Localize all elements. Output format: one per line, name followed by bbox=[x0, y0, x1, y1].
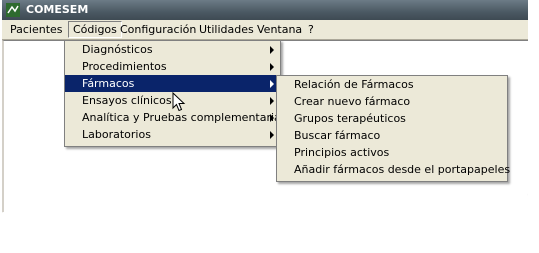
menu-item-farmacos[interactable]: Fármacos bbox=[65, 75, 280, 92]
submenu-item-crear-farmaco[interactable]: Crear nuevo fármaco bbox=[277, 93, 507, 110]
menu-item-label: Laboratorios bbox=[82, 128, 151, 141]
menu-item-label: Diagnósticos bbox=[82, 43, 153, 56]
title-bar: COMESEM bbox=[2, 0, 528, 20]
submenu-arrow-icon bbox=[270, 63, 274, 71]
app-icon bbox=[6, 3, 20, 17]
submenu-item-grupos-terapeuticos[interactable]: Grupos terapéuticos bbox=[277, 110, 507, 127]
menu-item-label: Ensayos clínicos bbox=[82, 94, 172, 107]
mouse-cursor-icon bbox=[172, 92, 186, 112]
menu-codigos[interactable]: Códigos bbox=[68, 21, 122, 38]
menu-ventana[interactable]: Ventana bbox=[253, 22, 306, 37]
menu-item-label: Procedimientos bbox=[82, 60, 167, 73]
submenu-arrow-icon bbox=[270, 131, 274, 139]
menu-item-laboratorios[interactable]: Laboratorios bbox=[65, 126, 280, 143]
menu-pacientes[interactable]: Pacientes bbox=[6, 22, 67, 37]
submenu-arrow-icon bbox=[270, 114, 274, 122]
submenu-item-principios-activos[interactable]: Principios activos bbox=[277, 144, 507, 161]
submenu-arrow-icon bbox=[270, 97, 274, 105]
farmacos-submenu: Relación de Fármacos Crear nuevo fármaco… bbox=[276, 75, 510, 182]
submenu-item-relacion-farmacos[interactable]: Relación de Fármacos bbox=[277, 76, 507, 93]
menu-configuracion[interactable]: Configuración bbox=[116, 22, 200, 37]
window-title: COMESEM bbox=[26, 3, 89, 16]
menu-utilidades[interactable]: Utilidades bbox=[195, 22, 258, 37]
menu-help[interactable]: ? bbox=[304, 22, 318, 37]
menu-item-procedimientos[interactable]: Procedimientos bbox=[65, 58, 280, 75]
menu-item-diagnosticos[interactable]: Diagnósticos bbox=[65, 41, 280, 58]
menu-item-label: Analítica y Pruebas complementarias bbox=[82, 111, 287, 124]
submenu-item-buscar-farmaco[interactable]: Buscar fármaco bbox=[277, 127, 507, 144]
menu-item-label: Fármacos bbox=[82, 77, 135, 90]
submenu-item-anadir-portapapeles[interactable]: Añadir fármacos desde el portapapeles bbox=[277, 161, 510, 178]
menu-bar: Pacientes Códigos Configuración Utilidad… bbox=[2, 20, 528, 40]
submenu-arrow-icon bbox=[270, 80, 274, 88]
submenu-arrow-icon bbox=[270, 46, 274, 54]
